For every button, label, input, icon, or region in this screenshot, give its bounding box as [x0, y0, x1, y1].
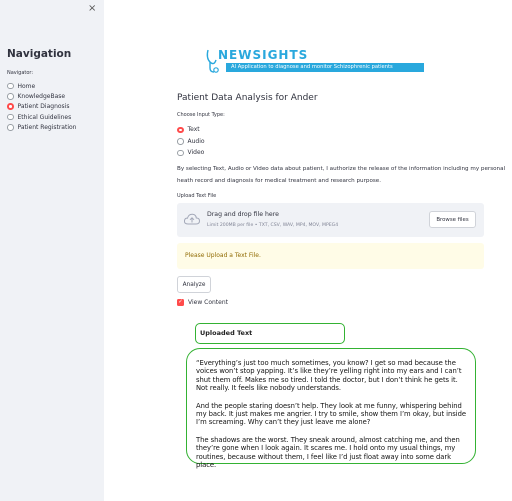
nav-item-label: Patient Registration — [17, 123, 77, 131]
file-limit-text: Limit 200MB per file • TXT, CSV, WAV, MP… — [207, 223, 339, 228]
input-type-label: Choose Input Type: — [177, 112, 225, 118]
nav-item-ethical-guidelines[interactable]: Ethical Guidelines — [7, 112, 76, 122]
input-type-label-text: Text — [187, 126, 200, 134]
nav-item-label: Home — [17, 82, 36, 90]
input-type-label-video: Video — [187, 149, 205, 157]
uploaded-paragraph: The shadows are the worst. They sneak ar… — [196, 435, 460, 470]
browse-files-button[interactable]: Browse files — [429, 211, 476, 228]
radio-icon — [7, 124, 14, 131]
logo-tagline: AI Application to diagnose and monitor S… — [226, 63, 424, 72]
nav-item-patient-diagnosis[interactable]: Patient Diagnosis — [7, 102, 76, 112]
nav-item-knowledgebase[interactable]: KnowledgeBase — [7, 91, 76, 101]
sidebar-title: Navigation — [7, 48, 72, 60]
nav-item-label: KnowledgeBase — [17, 92, 66, 100]
consent-text: By selecting Text, Audio or Video data a… — [177, 166, 506, 184]
view-content-checkbox[interactable]: ✓ View Content — [177, 299, 228, 306]
radio-icon — [7, 113, 14, 121]
upload-warning-alert: Please Upload a Text File. — [177, 243, 484, 269]
input-type-radio-group: Text Audio Video — [177, 124, 205, 159]
uploaded-text-content: “Everything’s just too much sometimes, y… — [186, 348, 476, 469]
radio-selected-icon — [7, 103, 14, 110]
radio-icon — [7, 82, 14, 90]
sidebar: × Navigation Navigator: Home KnowledgeBa… — [0, 0, 104, 501]
navigator-label: Navigator: — [7, 70, 34, 76]
newsights-logo: NEWSIGHTS AI Application to diagnose and… — [204, 48, 434, 78]
uploaded-text-header: Uploaded Text — [195, 323, 345, 344]
page-title: Patient Data Analysis for Ander — [177, 93, 318, 103]
cloud-upload-icon — [184, 213, 200, 225]
uploaded-paragraph: And the people staring doesn’t help. The… — [196, 401, 466, 427]
radio-icon — [7, 93, 14, 100]
close-sidebar-icon[interactable]: × — [88, 3, 96, 14]
file-uploader-dropzone[interactable]: Drag and drop file here Limit 200MB per … — [177, 203, 484, 237]
uploaded-paragraph: “Everything’s just too much sometimes, y… — [196, 359, 462, 393]
input-type-text[interactable]: Text — [177, 124, 205, 136]
nav-item-home[interactable]: Home — [7, 81, 76, 91]
drag-drop-text: Drag and drop file here — [207, 211, 279, 218]
logo-name: NEWSIGHTS — [218, 48, 309, 62]
radio-icon — [177, 149, 184, 156]
analyze-button[interactable]: Analyze — [177, 276, 211, 293]
checkbox-checked-icon: ✓ — [177, 299, 184, 306]
navigator-radio-group: Home KnowledgeBase Patient Diagnosis Eth… — [7, 81, 76, 132]
radio-icon — [177, 138, 184, 145]
input-type-audio[interactable]: Audio — [177, 136, 205, 148]
input-type-video[interactable]: Video — [177, 147, 205, 159]
input-type-label-audio: Audio — [187, 137, 205, 145]
nav-item-label: Patient Diagnosis — [17, 103, 70, 111]
view-content-label: View Content — [188, 299, 229, 306]
main-content: NEWSIGHTS AI Application to diagnose and… — [104, 0, 512, 501]
nav-item-patient-registration[interactable]: Patient Registration — [7, 122, 76, 132]
nav-item-label: Ethical Guidelines — [17, 113, 72, 121]
upload-label: Upload Text File — [177, 193, 217, 199]
radio-selected-icon — [177, 126, 184, 133]
